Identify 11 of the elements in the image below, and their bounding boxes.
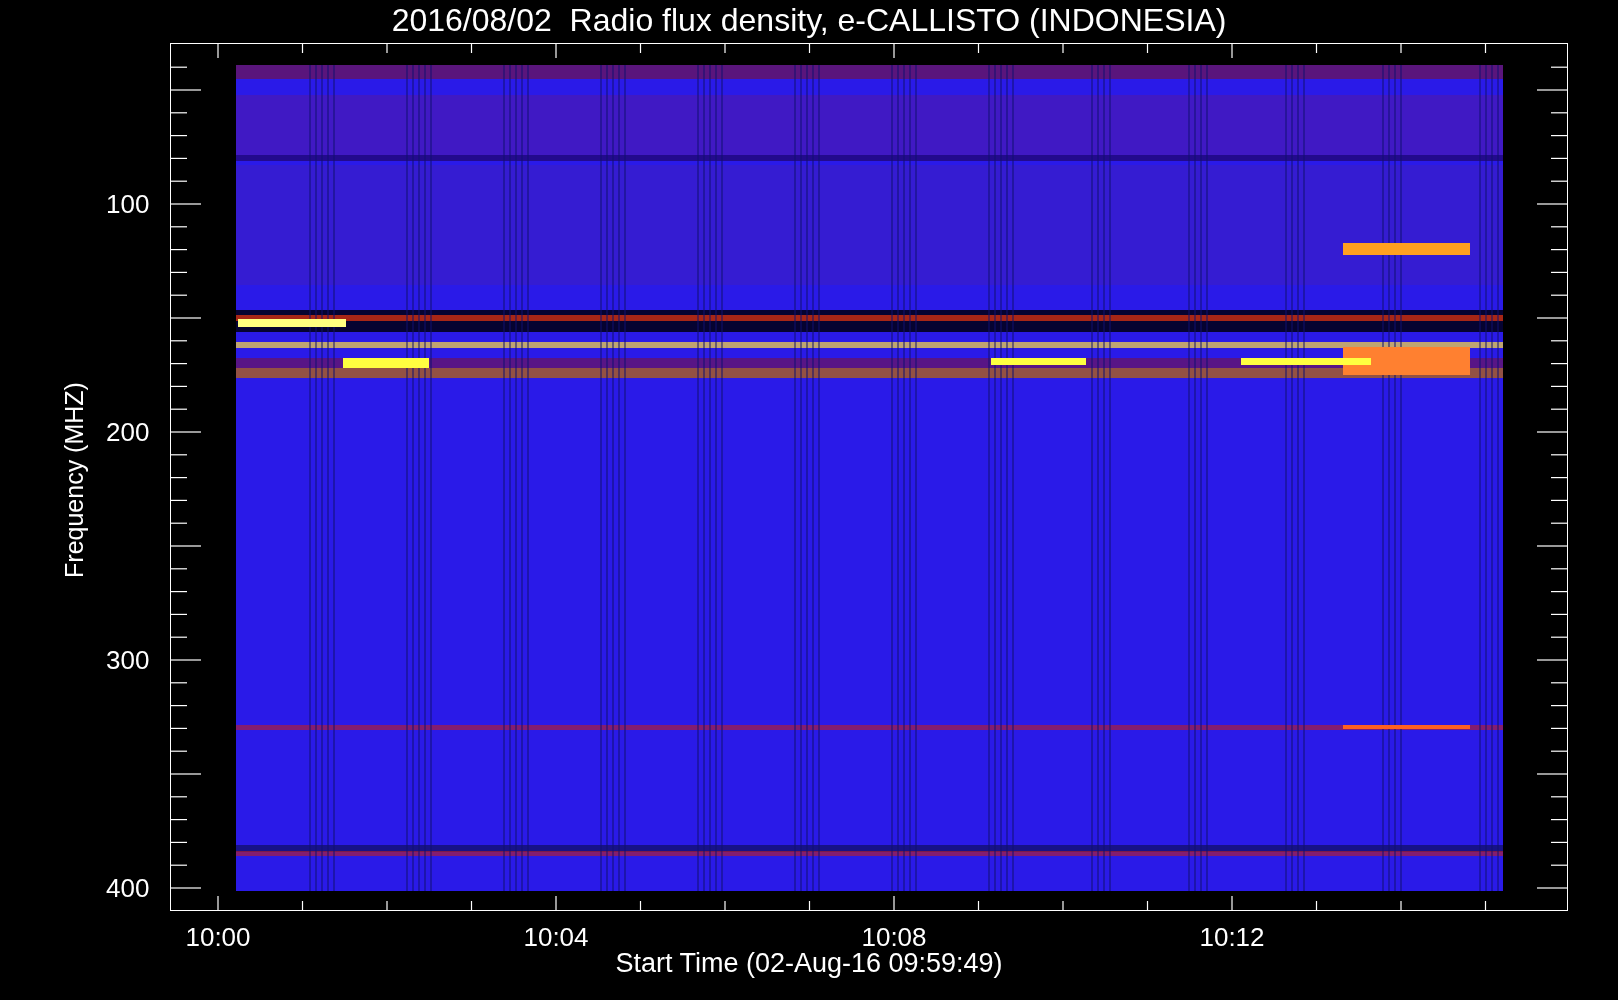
y-axis-label: Frequency (MHZ) (59, 382, 89, 578)
y-tick-label: 100 (106, 191, 150, 217)
y-tick-label: 200 (106, 419, 150, 445)
x-tick-label: 10:12 (1199, 924, 1265, 950)
x-tick-label: 10:04 (523, 924, 589, 950)
y-tick-label: 300 (106, 647, 150, 673)
x-axis-label: Start Time (02-Aug-16 09:59:49) (614, 950, 1004, 977)
x-tick-label: 10:00 (185, 924, 251, 950)
plot-title: 2016/08/02 Radio flux density, e-CALLISTO (INDONESIA) (390, 2, 1228, 39)
x-tick-label: 10:08 (861, 924, 927, 950)
y-tick-label: 400 (106, 875, 150, 901)
